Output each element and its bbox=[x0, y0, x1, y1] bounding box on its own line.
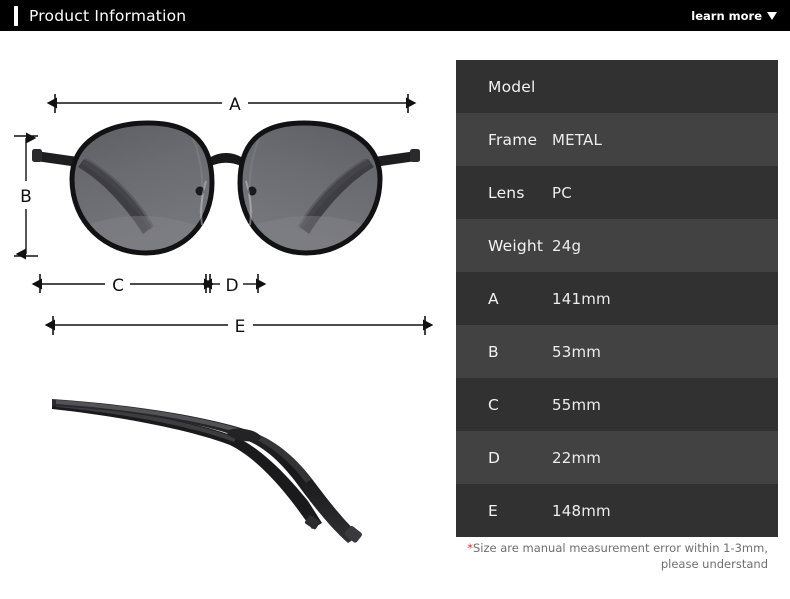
table-row: Model bbox=[456, 60, 778, 113]
spec-label: C bbox=[488, 395, 500, 414]
measurement-disclaimer: *Size are manual measurement error withi… bbox=[456, 540, 778, 572]
spec-label: Lens bbox=[488, 183, 525, 202]
dimension-arrow-c: C bbox=[31, 274, 215, 296]
spec-label: Frame bbox=[488, 130, 538, 149]
spec-value: 141mm bbox=[552, 289, 611, 308]
spec-table: Model Frame METAL Lens PC Weight 24g A 1… bbox=[456, 60, 778, 537]
learn-more-button[interactable]: learn more bbox=[691, 9, 777, 23]
spec-value: 22mm bbox=[552, 448, 602, 467]
learn-more-label: learn more bbox=[691, 8, 762, 23]
table-row: A 141mm bbox=[456, 272, 778, 325]
disclaimer-line-2: please understand bbox=[660, 557, 768, 571]
table-row: B 53mm bbox=[456, 325, 778, 378]
product-diagram-panel: A B C D E bbox=[0, 31, 452, 599]
dimension-arrow-e: E bbox=[44, 316, 434, 337]
dimension-label-b: B bbox=[20, 187, 32, 207]
spec-label: A bbox=[488, 289, 499, 308]
table-row: Weight 24g bbox=[456, 219, 778, 272]
spec-label: E bbox=[488, 501, 498, 520]
spec-label: Model bbox=[488, 77, 536, 96]
spec-value: 148mm bbox=[552, 501, 611, 520]
table-row: Frame METAL bbox=[456, 113, 778, 166]
spec-label: D bbox=[488, 448, 501, 467]
page-header: Product Information learn more bbox=[0, 0, 790, 31]
chevron-down-icon bbox=[767, 11, 777, 20]
spec-value: 53mm bbox=[552, 342, 602, 361]
disclaimer-line-1: Size are manual measurement error within… bbox=[472, 541, 768, 555]
spec-label: B bbox=[488, 342, 499, 361]
table-row: E 148mm bbox=[456, 484, 778, 537]
spec-label: Weight bbox=[488, 236, 544, 255]
sunglasses-front-view bbox=[32, 120, 420, 256]
table-row: Lens PC bbox=[456, 166, 778, 219]
dimension-arrow-d: D bbox=[201, 274, 267, 296]
spec-value: 24g bbox=[552, 236, 582, 255]
spec-value: METAL bbox=[552, 130, 603, 149]
page-title: Product Information bbox=[29, 6, 187, 25]
table-row: C 55mm bbox=[456, 378, 778, 431]
table-row: D 22mm bbox=[456, 431, 778, 484]
spec-value: PC bbox=[552, 183, 572, 202]
diagram-svg: A B C D E bbox=[14, 94, 434, 543]
sunglasses-temple-side-view bbox=[52, 399, 362, 543]
dimension-label-c: C bbox=[112, 276, 124, 296]
dimension-label-d: D bbox=[225, 276, 238, 296]
spec-value: 55mm bbox=[552, 395, 602, 414]
dimension-arrow-a: A bbox=[46, 94, 417, 115]
header-accent-bar bbox=[14, 5, 18, 26]
dimension-label-e: E bbox=[235, 317, 246, 337]
dimension-label-a: A bbox=[229, 95, 241, 115]
